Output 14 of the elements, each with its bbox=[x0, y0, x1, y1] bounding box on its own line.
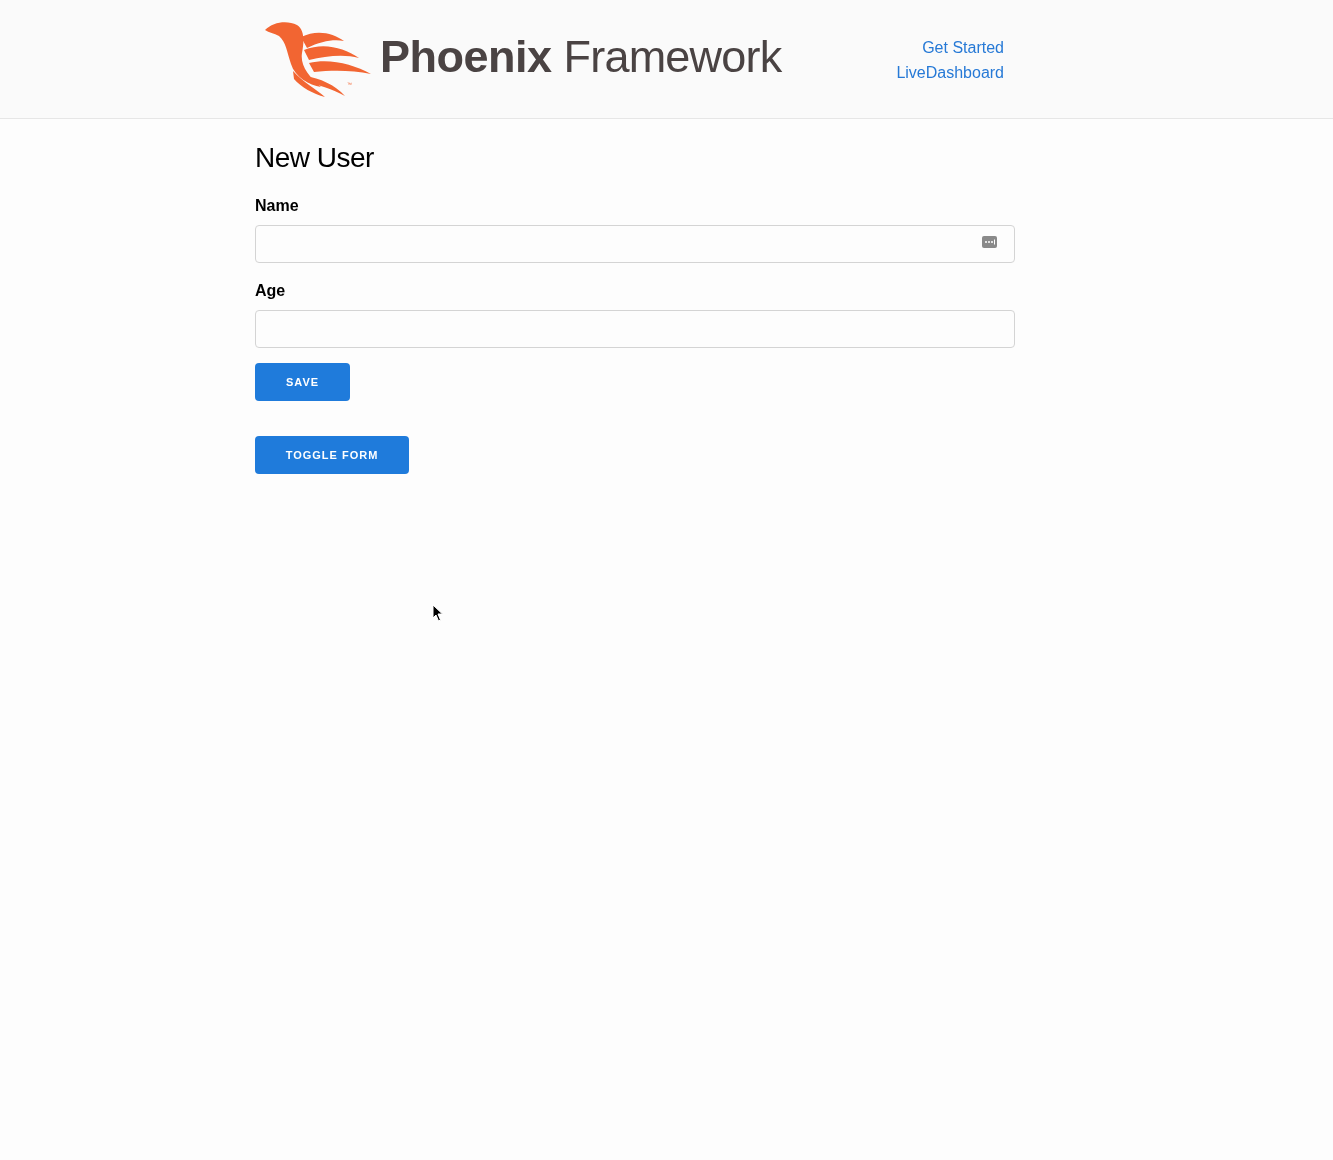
nav-link[interactable]: LiveDashboard bbox=[896, 63, 1004, 82]
mouse-cursor-icon bbox=[432, 604, 444, 622]
logo-word: Framework bbox=[563, 31, 782, 83]
autofill-icon[interactable] bbox=[982, 236, 997, 248]
input-field[interactable] bbox=[255, 225, 1015, 263]
save-button[interactable]: SAVE bbox=[255, 363, 350, 401]
page-title: New User bbox=[255, 141, 375, 175]
field-label: Age bbox=[255, 281, 287, 301]
field-label: Name bbox=[255, 196, 300, 216]
input-field[interactable] bbox=[255, 310, 1015, 348]
bird-icon bbox=[265, 21, 371, 97]
nav-link[interactable]: Get Started bbox=[922, 38, 1004, 57]
toggle-form-button[interactable]: TOGGLE FORM bbox=[255, 436, 409, 474]
logo-word: Phoenix bbox=[380, 31, 552, 83]
